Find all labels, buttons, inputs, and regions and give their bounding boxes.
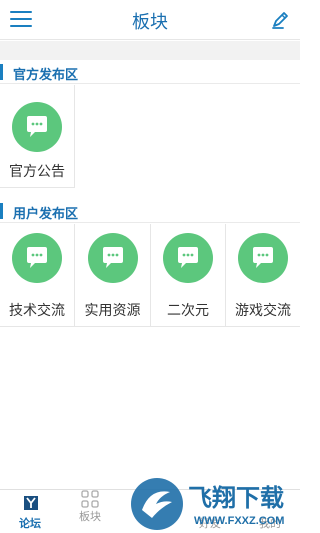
grid-icon xyxy=(81,490,99,508)
edit-icon[interactable] xyxy=(270,10,290,30)
section-user: 用户发布区 xyxy=(0,199,300,223)
chat-bubble-icon xyxy=(163,233,213,283)
forum-icon xyxy=(24,496,38,510)
top-bar: 板块 xyxy=(0,0,300,40)
tab-forum[interactable]: 论坛 xyxy=(0,490,60,533)
site-watermark: 飞翔下载 WWW.FXXZ.COM xyxy=(130,474,300,533)
tab-boards[interactable]: 板块 xyxy=(60,490,120,533)
page-title: 板块 xyxy=(132,12,168,32)
section-title: 官方发布区 xyxy=(13,67,79,82)
board-name: 官方公告 xyxy=(9,163,65,179)
board-name: 实用资源 xyxy=(84,302,141,318)
tab-label: 板块 xyxy=(79,511,101,523)
board-tech-exchange[interactable]: 技术交流 xyxy=(0,224,75,327)
chat-bubble-icon xyxy=(12,233,62,283)
board-name: 游戏交流 xyxy=(235,302,291,318)
watermark-site: WWW.FXXZ.COM xyxy=(194,515,284,527)
section-marker xyxy=(0,64,3,80)
board-official-announcement[interactable]: 官方公告 xyxy=(0,85,75,188)
board-name: 二次元 xyxy=(167,302,209,318)
chat-bubble-icon xyxy=(87,233,138,283)
spacer xyxy=(0,41,300,60)
chat-bubble-icon xyxy=(12,102,62,152)
tab-label: 论坛 xyxy=(19,518,41,530)
section-marker xyxy=(0,203,3,219)
section-official: 官方发布区 xyxy=(0,60,300,84)
board-game-exchange[interactable]: 游戏交流 xyxy=(226,224,300,327)
spacer xyxy=(0,189,300,199)
board-practical-resources[interactable]: 实用资源 xyxy=(75,224,151,327)
board-name: 技术交流 xyxy=(9,302,65,318)
board-anime[interactable]: 二次元 xyxy=(151,224,226,327)
chat-bubble-icon xyxy=(238,233,288,283)
watermark-brand: 飞翔下载 xyxy=(188,484,284,512)
section-title: 用户发布区 xyxy=(13,206,79,221)
